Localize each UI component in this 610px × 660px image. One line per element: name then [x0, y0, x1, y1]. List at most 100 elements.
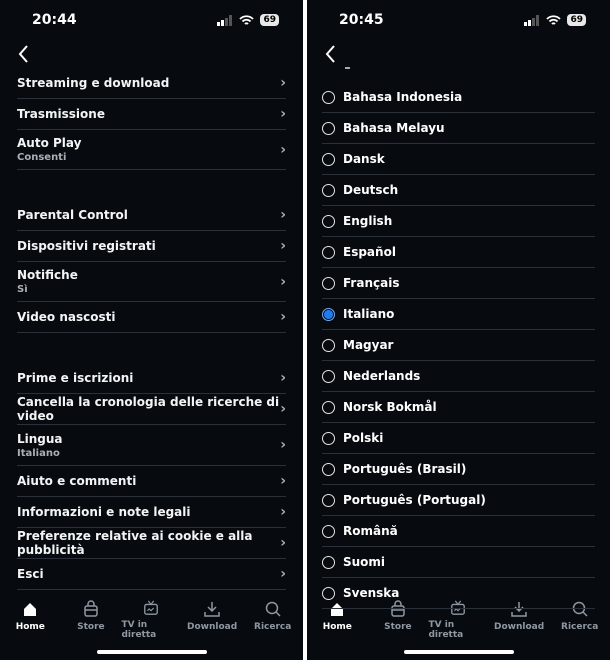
item-label: Notifiche — [17, 268, 78, 282]
radio-button[interactable] — [322, 586, 335, 600]
tab-label: TV in diretta — [121, 620, 157, 640]
settings-item[interactable]: Aiuto e commenti › — [17, 466, 286, 497]
radio-button[interactable] — [322, 369, 335, 383]
tab-download[interactable]: Download — [182, 600, 242, 640]
radio-button[interactable] — [322, 152, 335, 166]
language-label: Nederlands — [343, 369, 421, 383]
download-icon — [204, 602, 220, 617]
radio-button[interactable] — [322, 214, 335, 228]
radio-button[interactable] — [322, 493, 335, 507]
language-option[interactable]: Dansk — [322, 144, 595, 175]
settings-screen: 20:44 69 Home Store TV in diretta Download R… — [0, 0, 303, 660]
item-value: Sì — [17, 284, 28, 295]
tv-icon — [144, 600, 159, 615]
item-label: Dispositivi registrati — [17, 239, 156, 253]
radio-button[interactable] — [322, 462, 335, 476]
chevron-right-icon: › — [280, 309, 286, 325]
settings-item[interactable]: Streaming e download › — [17, 68, 286, 99]
language-label: Português (Brasil) — [343, 462, 467, 476]
home-indicator[interactable] — [404, 650, 514, 654]
search-icon — [265, 601, 281, 617]
tab-store[interactable]: Store — [61, 600, 121, 640]
language-option[interactable]: Français — [322, 268, 595, 299]
settings-item[interactable]: Prime e iscrizioni › — [17, 363, 286, 394]
language-option[interactable]: Bahasa Indonesia — [322, 82, 595, 113]
settings-item[interactable]: Parental Control › — [17, 200, 286, 231]
signal-icon — [217, 14, 233, 26]
chevron-right-icon: › — [280, 401, 286, 417]
tab-bar: Home Store TV in diretta Download Ricerca — [0, 600, 303, 640]
radio-button[interactable] — [322, 555, 335, 569]
settings-item[interactable]: Dispositivi registrati › — [17, 231, 286, 262]
language-option[interactable]: Italiano — [322, 299, 595, 330]
language-option[interactable]: English — [322, 206, 595, 237]
settings-item[interactable]: Informazioni e note legali › — [17, 497, 286, 528]
wifi-icon — [239, 14, 255, 25]
tab-label: TV in diretta — [428, 620, 464, 640]
tab-home[interactable]: Home — [0, 600, 60, 640]
radio-button[interactable] — [322, 524, 335, 538]
scroll-fragment — [345, 67, 350, 69]
radio-button[interactable] — [322, 183, 335, 197]
radio-button[interactable] — [322, 307, 335, 321]
home-icon — [24, 603, 37, 616]
item-label: Cancella la cronologia delle ricerche di… — [17, 395, 280, 423]
language-screen: 20:45 69 Home Store TV in diretta Download R… — [307, 0, 610, 660]
language-option[interactable]: Deutsch — [322, 175, 595, 206]
item-label: Informazioni e note legali — [17, 505, 191, 519]
language-label: English — [343, 214, 393, 228]
language-option[interactable]: Polski — [322, 423, 595, 454]
tab-label: Download — [493, 622, 545, 632]
language-option[interactable]: Nederlands — [322, 361, 595, 392]
language-option[interactable]: Magyar — [322, 330, 595, 361]
home-indicator[interactable] — [97, 650, 207, 654]
tab-tv-in-diretta[interactable]: TV in diretta — [121, 600, 181, 640]
settings-item[interactable]: Esci › — [17, 559, 286, 590]
tab-label: Ricerca — [561, 622, 599, 632]
tab-ricerca[interactable]: Ricerca — [243, 600, 303, 640]
radio-button[interactable] — [322, 90, 335, 104]
chevron-right-icon: › — [280, 566, 286, 582]
chevron-right-icon: › — [280, 370, 286, 386]
settings-item[interactable]: Cancella la cronologia delle ricerche di… — [17, 394, 286, 425]
tab-label: Ricerca — [254, 622, 292, 632]
item-label: Auto Play — [17, 136, 82, 150]
language-label: Magyar — [343, 338, 394, 352]
status-bar: 20:44 69 — [0, 12, 303, 32]
chevron-right-icon: › — [280, 238, 286, 254]
settings-item[interactable]: Trasmissione › — [17, 99, 286, 130]
settings-item[interactable]: Lingua Italiano › — [17, 425, 286, 466]
back-arrow-icon[interactable] — [321, 42, 341, 66]
settings-item[interactable]: Video nascosti › — [17, 302, 286, 333]
language-option[interactable]: Português (Portugal) — [322, 485, 595, 516]
item-label: Aiuto e commenti — [17, 474, 137, 488]
radio-button[interactable] — [322, 338, 335, 352]
settings-item[interactable]: Notifiche Sì › — [17, 262, 286, 302]
item-label: Lingua — [17, 431, 63, 446]
radio-button[interactable] — [322, 431, 335, 445]
chevron-right-icon: › — [280, 473, 286, 489]
back-arrow-icon[interactable] — [14, 42, 34, 66]
language-option[interactable]: Suomi — [322, 547, 595, 578]
item-value: Italiano — [17, 447, 60, 459]
language-option[interactable]: Bahasa Melayu — [322, 113, 595, 144]
wifi-icon — [546, 14, 562, 25]
status-bar: 20:45 69 — [307, 12, 610, 32]
signal-icon — [524, 14, 540, 26]
radio-button[interactable] — [322, 400, 335, 414]
radio-button[interactable] — [322, 245, 335, 259]
language-label: Bahasa Melayu — [343, 121, 445, 135]
language-option[interactable]: Português (Brasil) — [322, 454, 595, 485]
language-option[interactable]: Español — [322, 237, 595, 268]
radio-button[interactable] — [322, 276, 335, 290]
language-option[interactable]: Română — [322, 516, 595, 547]
item-label: Video nascosti — [17, 310, 116, 324]
language-label: Português (Portugal) — [343, 493, 486, 507]
radio-button[interactable] — [322, 121, 335, 135]
chevron-right-icon: › — [280, 141, 286, 158]
settings-item[interactable]: Auto Play Consenti › — [17, 130, 286, 170]
language-label: Français — [343, 276, 400, 290]
language-option[interactable]: Norsk Bokmål — [322, 392, 595, 423]
settings-item[interactable]: Preferenze relative ai cookie e alla pub… — [17, 528, 286, 559]
language-option[interactable]: Svenska — [322, 578, 595, 609]
